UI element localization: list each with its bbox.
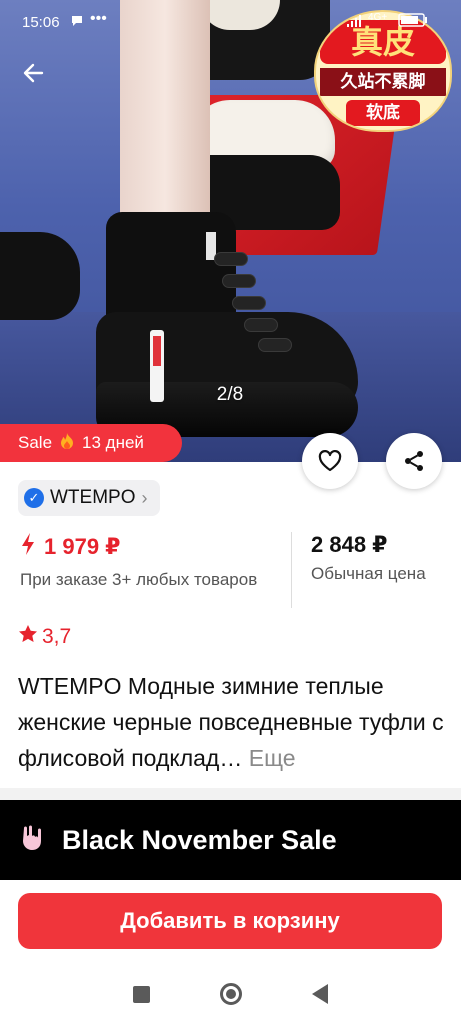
product-title[interactable]: WTEMPO Модные зимние теплые женские черн… — [18, 668, 448, 776]
heart-icon — [318, 450, 342, 472]
back-nav-icon[interactable] — [312, 984, 328, 1004]
share-icon — [405, 451, 423, 471]
star-icon — [18, 624, 38, 650]
black-november-banner[interactable]: Black November Sale — [0, 800, 461, 880]
regular-price-label: Обычная цена — [311, 564, 426, 583]
sale-badge: Sale 13 дней — [0, 424, 182, 462]
product-image-gallery[interactable]: 真皮 久站不累脚 软底 2/8 — [0, 0, 461, 462]
rating-value: 3,7 — [42, 625, 72, 648]
boot-lace — [258, 338, 292, 352]
add-to-cart-button[interactable]: Добавить в корзину — [18, 893, 442, 949]
promo-line-2: 久站不累脚 — [320, 68, 446, 96]
regular-price-block: 2 848 ₽ Обычная цена — [311, 532, 451, 584]
discount-condition: При заказе 3+ любых товаров — [20, 570, 258, 589]
recent-apps-icon[interactable] — [133, 985, 150, 1003]
boot-lace — [214, 252, 248, 266]
favorite-button[interactable] — [302, 433, 358, 489]
side-boot — [0, 232, 80, 320]
boot-lace — [222, 274, 256, 288]
message-icon — [70, 14, 84, 31]
back-button[interactable] — [14, 54, 52, 92]
system-nav-bar — [0, 964, 461, 1024]
banner-text: Black November Sale — [62, 824, 337, 855]
product-title-text: WTEMPO Модные зимние теплые женские черн… — [18, 673, 444, 771]
boot-lace — [244, 318, 278, 332]
zipper-tag — [150, 330, 164, 402]
verified-check-icon: ✓ — [24, 488, 44, 508]
signal-icon — [346, 14, 364, 31]
price-divider — [291, 532, 292, 608]
image-counter: 2/8 — [216, 384, 244, 405]
sale-label: Sale — [18, 433, 53, 452]
arrow-left-icon — [23, 63, 44, 83]
lte-icon: 4G+ — [368, 12, 388, 23]
promo-line-3: 软底 — [346, 100, 420, 126]
boot-lace — [232, 296, 266, 310]
more-dots-icon: ••• — [90, 10, 107, 27]
sale-days: 13 дней — [82, 433, 144, 452]
more-link[interactable]: Еще — [249, 745, 296, 771]
chevron-right-icon: › — [141, 487, 148, 508]
battery-icon — [398, 12, 428, 31]
rock-hand-icon — [18, 822, 48, 859]
section-separator — [0, 788, 461, 800]
regular-price: 2 848 ₽ — [311, 532, 388, 557]
status-time: 15:06 — [22, 14, 60, 31]
lightning-icon — [20, 532, 36, 562]
product-rating[interactable]: 3,7 — [18, 624, 71, 650]
status-bar: 15:06 ••• 4G+ — [0, 0, 461, 44]
brand-name: WTEMPO — [50, 487, 136, 508]
brand-store-link[interactable]: ✓ WTEMPO › — [18, 480, 160, 516]
discount-price: 1 979 ₽ — [44, 534, 121, 559]
fire-icon — [60, 432, 74, 455]
share-button[interactable] — [386, 433, 442, 489]
home-icon[interactable] — [220, 983, 242, 1005]
discount-price-block: 1 979 ₽ При заказе 3+ любых товаров — [20, 532, 282, 591]
